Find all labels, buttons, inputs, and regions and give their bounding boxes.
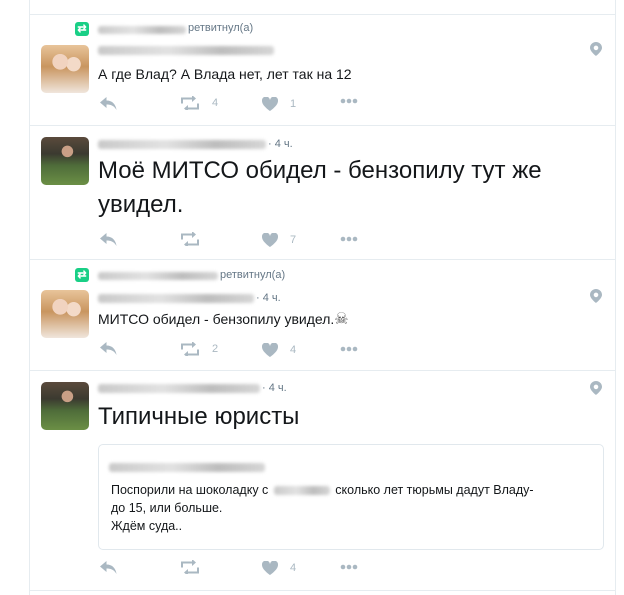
like-button[interactable]: 4 [262,343,296,357]
blurred-author-name [98,384,260,393]
quoted-line: Поспорили на шоколадку с сколько лет тюр… [111,481,599,499]
like-count: 7 [290,234,297,246]
location-pin-icon[interactable] [590,42,602,61]
retweet-count: 4 [212,97,219,109]
avatar[interactable] [41,382,89,430]
retweet-badge-icon: ⇄ [75,268,89,282]
reply-icon [100,342,117,355]
reply-icon [100,561,117,574]
tweet-time[interactable]: · 4 ч. [262,382,287,394]
retweet-icon [181,342,199,356]
quoted-line: до 15, или больше. [111,501,223,515]
more-icon [340,98,358,104]
retweet-button[interactable]: 2 [180,342,218,356]
more-icon [340,564,358,570]
avatar[interactable] [41,45,89,93]
reply-icon [100,233,117,246]
separator [30,370,615,371]
like-button[interactable]: 1 [262,97,296,111]
retweet-context: ретвитнул(а) [220,269,286,281]
retweet-count: 2 [212,343,219,355]
like-count: 4 [290,344,297,356]
blurred-retweeter-name [98,26,186,34]
heart-icon [262,97,278,111]
quoted-line: Ждём суда.. [111,519,183,533]
reply-icon [100,97,117,110]
reply-button[interactable] [100,233,117,246]
retweet-context: ретвитнул(а) [188,22,254,34]
reply-button[interactable] [100,342,117,355]
tweet-text: А где Влад? А Влада нет, лет так на 12 [98,66,352,82]
blurred-retweeter-name [98,272,218,280]
retweet-button[interactable] [180,560,200,574]
heart-icon [262,343,278,357]
retweet-icon [181,560,199,574]
separator [30,259,615,260]
tweet-time[interactable]: · 4 ч. [268,138,293,150]
quoted-tweet-card[interactable]: Поспорили на шоколадку с сколько лет тюр… [98,444,604,550]
timeline: ⇄ ретвитнул(а) А где Влад? А Влада нет, … [29,0,616,595]
blurred-author-name [98,294,254,303]
retweet-button[interactable]: 4 [180,96,218,110]
blurred-quoted-author [109,463,265,472]
quoted-tweet-text: Поспорили на шоколадку с сколько лет тюр… [111,481,599,535]
reply-button[interactable] [100,97,117,110]
reply-button[interactable] [100,561,117,574]
tweet-text-line: увидел. [98,191,184,218]
blurred-author-name [98,46,274,55]
blurred-mention [273,486,330,496]
tweet-text: МИТСО обидел - бензопилу увидел.☠ [98,309,349,330]
more-icon [340,346,358,352]
separator [30,125,615,126]
location-pin-icon[interactable] [590,289,602,308]
heart-icon [262,561,278,575]
more-button[interactable] [340,346,358,352]
more-button[interactable] [340,98,358,104]
separator [30,14,615,15]
like-count: 1 [290,98,297,110]
retweet-badge-icon: ⇄ [75,22,89,36]
tweet-time[interactable]: · 4 ч. [256,292,281,304]
retweet-icon [181,232,199,246]
more-button[interactable] [340,564,358,570]
quoted-text-segment: Поспорили на шоколадку с [111,483,269,497]
tweet-text-line: Моё МИТСО обидел - бензопилу тут же [98,157,542,184]
heart-icon [262,233,278,247]
more-button[interactable] [340,236,358,242]
skull-crossbones-emoji: ☠ [334,311,349,328]
retweet-icon [181,96,199,110]
like-button[interactable]: 7 [262,233,296,247]
like-button[interactable]: 4 [262,561,296,575]
separator [30,590,615,591]
more-icon [340,236,358,242]
blurred-author-name [98,140,266,149]
tweet-text-body: МИТСО обидел - бензопилу увидел. [98,311,335,327]
avatar[interactable] [41,290,89,338]
location-pin-icon[interactable] [590,381,602,400]
retweet-button[interactable] [180,232,200,246]
avatar[interactable] [41,137,89,185]
like-count: 4 [290,562,297,574]
quoted-text-segment: сколько лет тюрьмы дадут Владу- [335,483,534,497]
tweet-text: Типичные юристы [98,403,300,430]
